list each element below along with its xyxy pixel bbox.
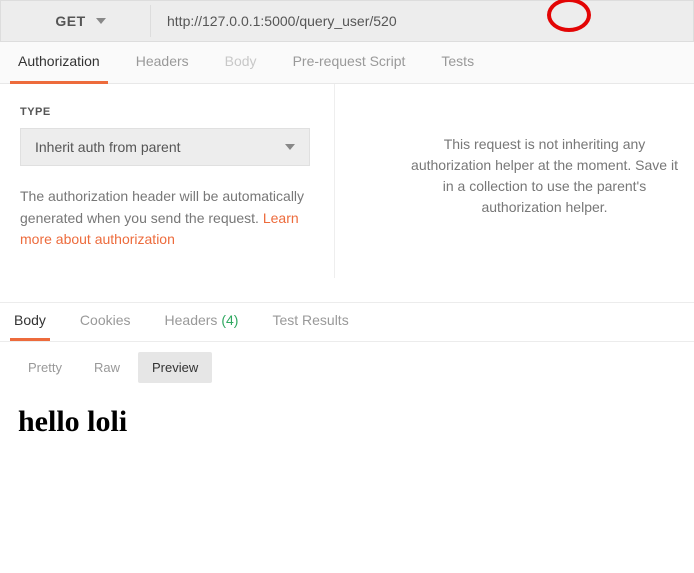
response-tab-headers[interactable]: Headers (4): [161, 304, 243, 341]
request-tabs: Authorization Headers Body Pre-request S…: [0, 42, 694, 84]
auth-panel: TYPE Inherit auth from parent The author…: [0, 84, 694, 278]
view-tab-raw[interactable]: Raw: [80, 352, 134, 383]
response-tab-cookies[interactable]: Cookies: [76, 304, 135, 341]
response-headers-label: Headers: [165, 312, 218, 328]
auth-desc-text: The authorization header will be automat…: [20, 188, 304, 226]
auth-left-column: TYPE Inherit auth from parent The author…: [0, 84, 335, 278]
chevron-down-icon: [96, 18, 106, 24]
tab-authorization[interactable]: Authorization: [10, 43, 108, 84]
response-tabs: Body Cookies Headers (4) Test Results: [0, 302, 694, 342]
dropdown-value: Inherit auth from parent: [35, 139, 181, 155]
response-tab-testresults[interactable]: Test Results: [268, 304, 352, 341]
inherit-message: This request is not inheriting any autho…: [411, 136, 678, 215]
response-tab-body[interactable]: Body: [10, 304, 50, 341]
method-label: GET: [55, 13, 85, 29]
headers-count: (4): [221, 312, 238, 328]
type-label: TYPE: [20, 106, 314, 118]
response-preview-body: hello loli: [0, 397, 694, 471]
chevron-down-icon: [285, 144, 295, 150]
tab-headers[interactable]: Headers: [128, 43, 197, 84]
auth-description: The authorization header will be automat…: [20, 186, 314, 251]
url-input[interactable]: [167, 13, 693, 29]
url-input-wrapper: [151, 1, 693, 41]
tab-tests[interactable]: Tests: [433, 43, 482, 84]
method-select[interactable]: GET: [21, 5, 151, 37]
auth-type-dropdown[interactable]: Inherit auth from parent: [20, 128, 310, 166]
auth-right-column: This request is not inheriting any autho…: [335, 84, 694, 278]
view-tab-preview[interactable]: Preview: [138, 352, 212, 383]
view-tab-pretty[interactable]: Pretty: [14, 352, 76, 383]
tab-prerequest[interactable]: Pre-request Script: [285, 43, 414, 84]
view-tabs: Pretty Raw Preview: [0, 342, 694, 397]
request-bar: GET: [0, 0, 694, 42]
tab-body[interactable]: Body: [217, 43, 265, 84]
